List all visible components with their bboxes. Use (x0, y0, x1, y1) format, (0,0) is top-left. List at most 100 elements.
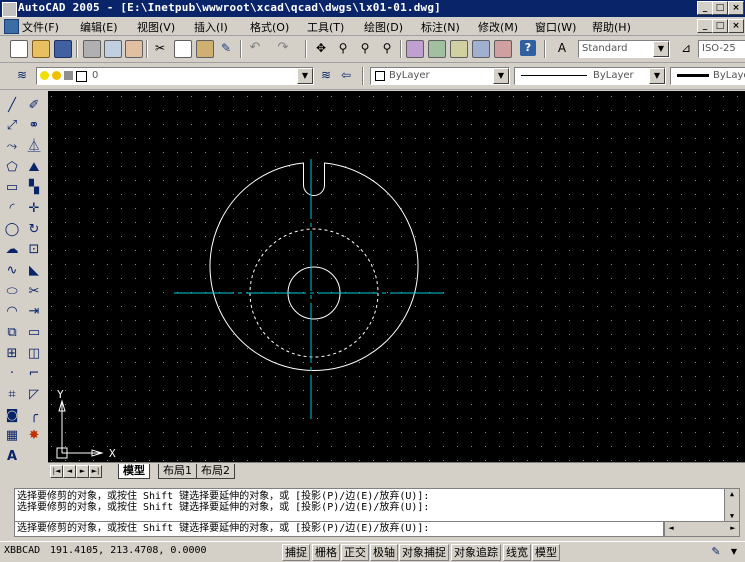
menu-modify[interactable]: 修改(M) (478, 19, 518, 35)
command-scrollbar[interactable]: ▲ ▼ (724, 489, 739, 521)
command-hscrollbar[interactable]: ◄ ► (664, 521, 740, 537)
menu-file[interactable]: 文件(F) (22, 19, 59, 35)
text-style-select[interactable]: Standard ▼ (578, 40, 670, 58)
drawing-canvas[interactable]: Y X (48, 91, 745, 462)
point-icon[interactable]: · (3, 365, 21, 383)
menu-insert[interactable]: 插入(I) (194, 19, 228, 35)
scroll-up-icon[interactable]: ▲ (725, 489, 739, 499)
fillet-icon[interactable]: ╭ (25, 407, 43, 425)
model-toggle[interactable]: 模型 (532, 544, 560, 561)
tab-layout2[interactable]: 布局2 (196, 464, 235, 479)
menu-tools[interactable]: 工具(T) (307, 19, 344, 35)
paste-icon[interactable] (196, 40, 214, 58)
chevron-down-icon[interactable]: ▼ (493, 68, 509, 84)
tool-palettes-icon[interactable] (450, 40, 468, 58)
document-icon[interactable] (4, 19, 19, 34)
chevron-down-icon[interactable]: ▼ (297, 68, 313, 84)
multiline-text-icon[interactable]: A (3, 448, 21, 466)
copy-object-icon[interactable]: ⚭ (25, 117, 43, 135)
dim-style-icon[interactable]: ⊿ (678, 40, 694, 56)
plot-preview-icon[interactable] (104, 40, 122, 58)
polyline-icon[interactable]: ⤳ (3, 138, 21, 156)
ortho-toggle[interactable]: 正交 (341, 544, 369, 561)
circle-icon[interactable]: ◯ (3, 221, 21, 239)
undo-icon[interactable]: ↶ (247, 40, 263, 56)
menu-view[interactable]: 视图(V) (137, 19, 175, 35)
text-style-icon[interactable]: A (554, 40, 570, 56)
ellipse-arc-icon[interactable]: ◠ (3, 303, 21, 321)
table-icon[interactable]: ▦ (3, 427, 21, 445)
otrack-toggle[interactable]: 对象追踪 (451, 544, 501, 561)
join-icon[interactable]: ⌐ (25, 365, 43, 383)
help-icon[interactable]: ? (520, 40, 536, 56)
tab-layout1[interactable]: 布局1 (158, 464, 197, 479)
menu-dimension[interactable]: 标注(N) (421, 19, 460, 35)
minimize-button[interactable]: _ (697, 1, 713, 15)
extend-icon[interactable]: ⇥ (25, 303, 43, 321)
save-icon[interactable] (54, 40, 72, 58)
zoom-previous-icon[interactable]: ⚲ (379, 40, 395, 56)
last-tab-button[interactable]: ►| (89, 465, 102, 478)
explode-icon[interactable]: ✸ (25, 427, 43, 445)
layer-select[interactable]: 0 ▼ (36, 67, 314, 85)
mirror-icon[interactable]: ⏅ (25, 138, 43, 156)
menu-window[interactable]: 窗口(W) (535, 19, 576, 35)
sheet-set-icon[interactable] (472, 40, 490, 58)
insert-block-icon[interactable]: ⧉ (3, 324, 21, 342)
chamfer-icon[interactable]: ◸ (25, 386, 43, 404)
restore-button[interactable]: □ (712, 1, 728, 15)
linetype-select[interactable]: ByLayer ▼ (514, 67, 666, 85)
make-current-layer-icon[interactable]: ≋ (318, 67, 334, 83)
scroll-left-icon[interactable]: ◄ (665, 523, 677, 534)
tab-model[interactable]: 模型 (118, 464, 150, 479)
zoom-realtime-icon[interactable]: ⚲ (335, 40, 351, 56)
trim-icon[interactable]: ✂ (25, 283, 43, 301)
erase-icon[interactable]: ✐ (25, 97, 43, 115)
layer-manager-icon[interactable]: ≋ (14, 67, 30, 83)
osnap-toggle[interactable]: 对象捕捉 (399, 544, 449, 561)
cut-icon[interactable]: ✂ (152, 40, 168, 56)
doc-close-button[interactable]: × (728, 19, 744, 33)
previous-tab-button[interactable]: ◄ (63, 465, 76, 478)
design-center-icon[interactable] (428, 40, 446, 58)
first-tab-button[interactable]: |◄ (50, 465, 63, 478)
autocad-app-icon[interactable] (2, 2, 17, 17)
revision-cloud-icon[interactable]: ☁ (3, 241, 21, 259)
lineweight-toggle[interactable]: 线宽 (503, 544, 531, 561)
line-icon[interactable]: ╱ (3, 97, 21, 115)
command-line-input[interactable]: 选择要修剪的对象，或按住 Shift 键选择要延伸的对象，或 [投影(P)/边(… (14, 521, 664, 537)
zoom-window-icon[interactable]: ⚲ (357, 40, 373, 56)
match-properties-icon[interactable]: ✎ (218, 40, 234, 56)
color-select[interactable]: ByLayer ▼ (370, 67, 510, 85)
copy-icon[interactable] (174, 40, 192, 58)
doc-minimize-button[interactable]: _ (697, 19, 713, 33)
chevron-down-icon[interactable]: ▼ (653, 41, 669, 57)
status-menu-icon[interactable]: ▼ (728, 545, 740, 559)
chevron-down-icon[interactable]: ▼ (649, 68, 665, 84)
publish-icon[interactable] (125, 40, 143, 58)
ellipse-icon[interactable]: ⬭ (3, 283, 21, 301)
scroll-down-icon[interactable]: ▼ (725, 511, 739, 521)
lineweight-select[interactable]: ByLayer (670, 67, 745, 85)
construction-line-icon[interactable]: ⤢ (3, 117, 21, 135)
properties-icon[interactable] (406, 40, 424, 58)
region-icon[interactable]: ◙ (3, 407, 21, 425)
pan-icon[interactable]: ✥ (313, 40, 329, 56)
menu-draw[interactable]: 绘图(D) (364, 19, 403, 35)
close-button[interactable]: × (728, 1, 744, 15)
break-icon[interactable]: ◫ (25, 345, 43, 363)
snap-toggle[interactable]: 捕捉 (282, 544, 310, 561)
menu-format[interactable]: 格式(O) (250, 19, 289, 35)
break-at-point-icon[interactable]: ▭ (25, 324, 43, 342)
offset-icon[interactable]: ⛰ (25, 159, 43, 177)
dim-style-select[interactable]: ISO-25 (698, 40, 745, 58)
stretch-icon[interactable]: ◣ (25, 262, 43, 280)
scale-icon[interactable]: ⊡ (25, 241, 43, 259)
layer-previous-icon[interactable]: ⇦ (338, 67, 354, 83)
make-block-icon[interactable]: ⊞ (3, 345, 21, 363)
markup-icon[interactable] (494, 40, 512, 58)
communication-center-icon[interactable]: ✎ (708, 545, 724, 559)
print-icon[interactable] (83, 40, 101, 58)
array-icon[interactable]: ▚ (25, 179, 43, 197)
open-icon[interactable] (32, 40, 50, 58)
